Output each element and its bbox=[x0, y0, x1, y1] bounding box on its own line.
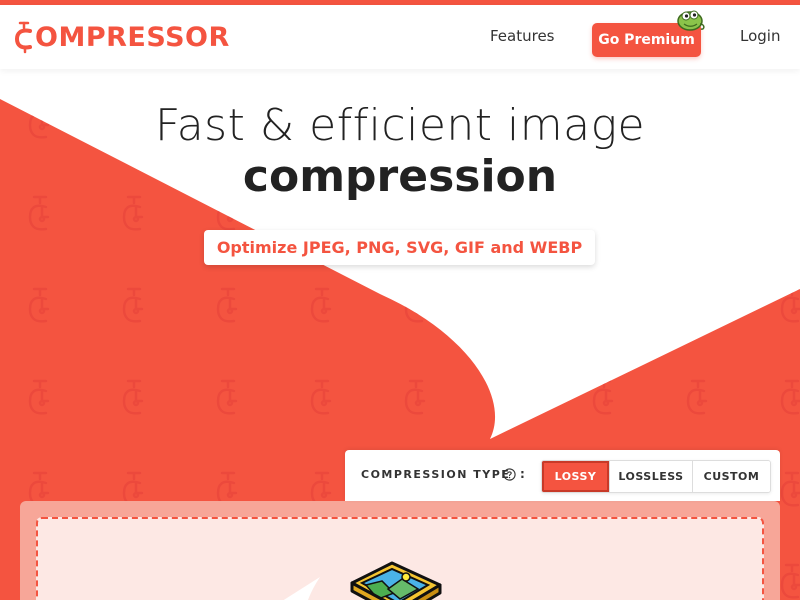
logo[interactable]: OMPRESSOR bbox=[14, 19, 230, 55]
file-dropzone[interactable] bbox=[36, 517, 764, 600]
compression-type-panel: COMPRESSION TYPE : LOSSY LOSSLESS CUSTOM bbox=[345, 450, 780, 501]
compression-type-colon: : bbox=[520, 467, 525, 481]
dropzone-decoration bbox=[283, 577, 320, 600]
hero-title-line1: Fast & efficient image bbox=[154, 100, 646, 151]
logo-text: OMPRESSOR bbox=[35, 21, 230, 53]
nav-features-link[interactable]: Features bbox=[490, 27, 555, 45]
compression-type-selector: LOSSY LOSSLESS CUSTOM bbox=[541, 460, 771, 493]
upload-area-frame bbox=[20, 501, 780, 600]
formats-tagline: Optimize JPEG, PNG, SVG, GIF and WEBP bbox=[204, 230, 595, 265]
hero-title-line2: compression bbox=[242, 151, 558, 202]
lossy-option[interactable]: LOSSY bbox=[542, 461, 609, 492]
chameleon-icon bbox=[677, 10, 705, 31]
c-clamp-icon bbox=[14, 21, 32, 54]
custom-option[interactable]: CUSTOM bbox=[692, 461, 770, 492]
question-circle-icon[interactable] bbox=[503, 468, 516, 481]
image-upload-icon bbox=[350, 561, 442, 600]
compression-type-label: COMPRESSION TYPE bbox=[361, 468, 511, 481]
nav-login-link[interactable]: Login bbox=[740, 27, 780, 45]
hero-title: Fast & efficient image compression bbox=[0, 100, 800, 202]
lossless-option[interactable]: LOSSLESS bbox=[609, 461, 692, 492]
